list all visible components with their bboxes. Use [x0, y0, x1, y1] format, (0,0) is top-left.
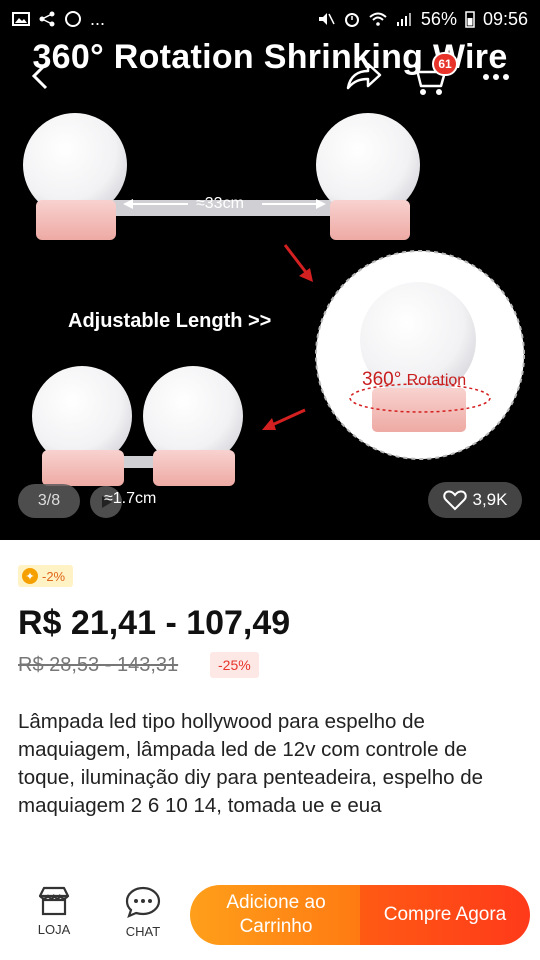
cart-button[interactable]: 61 [408, 52, 458, 98]
like-count: 3,9K [472, 490, 508, 509]
buy-now-button[interactable]: Compre Agora [360, 885, 530, 945]
share-icon [346, 62, 382, 90]
rotation-degrees: 360° [362, 369, 402, 390]
rotation-label: 360° Rotation [362, 369, 466, 391]
chat-tab[interactable]: CHAT [113, 886, 173, 939]
product-image [23, 113, 525, 486]
rotation-word: Rotation [406, 372, 467, 389]
original-price: R$ 28,53 - 143,31 [18, 654, 179, 676]
chat-icon [125, 886, 161, 918]
product-price: R$ 21,41 - 107,49 [18, 604, 291, 642]
alarm-icon [344, 13, 359, 27]
mute-icon [318, 13, 335, 25]
image-counter: 3/8 [18, 484, 80, 518]
notification-more: ... [90, 8, 106, 29]
more-icon [483, 74, 509, 80]
back-button[interactable] [24, 58, 60, 94]
product-page: ≈33cm Adjustable Length >> 360° Rotation… [0, 0, 540, 960]
image-title: 360° Rotation Shrinking Wire [32, 38, 508, 76]
coin-icon: ✦ [22, 568, 38, 584]
battery-icon [465, 11, 475, 28]
wifi-icon [369, 12, 387, 26]
like-button[interactable]: 3,9K [428, 482, 522, 518]
back-arrow-icon [31, 62, 48, 90]
gallery-icon [12, 12, 30, 26]
measure-long-label: ≈33cm [196, 195, 244, 212]
share-button[interactable] [344, 58, 384, 94]
chat-tab-label: CHAT [125, 924, 161, 939]
adjustable-length-label: Adjustable Length >> [68, 310, 272, 332]
product-image-carousel[interactable]: ≈33cm Adjustable Length >> 360° Rotation… [0, 0, 540, 540]
discount-badge: -25% [210, 652, 259, 678]
store-tab[interactable]: LOJA [24, 886, 84, 937]
measure-short-label: ≈1.7cm [104, 490, 157, 507]
status-bar: ... 56% 09:56 [0, 0, 540, 38]
share-notification-icon [39, 11, 55, 27]
more-options-button[interactable] [478, 62, 514, 92]
signal-icon [396, 13, 411, 26]
clock: 09:56 [482, 8, 528, 29]
coin-discount-value: -2% [42, 568, 66, 584]
bottom-action-bar: LOJA CHAT Adicione ao Carrinho Compre Ag… [0, 868, 540, 960]
whatsapp-icon [65, 11, 81, 27]
heart-icon [442, 490, 467, 511]
add-to-cart-button[interactable]: Adicione ao Carrinho [190, 885, 362, 945]
battery-percent: 56% [420, 8, 457, 29]
cart-count-badge: 61 [432, 52, 458, 76]
product-description: Lâmpada led tipo hollywood para espelho … [18, 710, 483, 817]
coin-discount-badge: ✦ -2% [18, 565, 74, 587]
store-tab-label: LOJA [37, 922, 71, 937]
store-icon [38, 886, 70, 916]
